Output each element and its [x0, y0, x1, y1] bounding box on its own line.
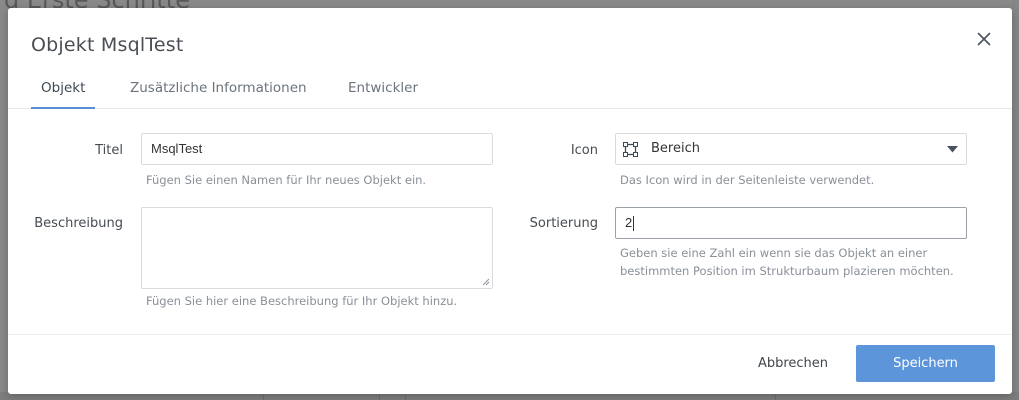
save-button[interactable]: Speichern — [856, 345, 995, 382]
tab-additional-info[interactable]: Zusätzliche Informationen — [130, 80, 307, 109]
dialog-title: Objekt MsqlTest — [31, 34, 184, 56]
icon-help-text: Das Icon wird in der Seitenleiste verwen… — [620, 173, 875, 187]
resize-grip-icon[interactable] — [482, 278, 490, 286]
object-dialog: Objekt MsqlTest Objekt Zusätzliche Infor… — [8, 8, 1012, 394]
sort-help-line-2: bestimmten Position im Strukturbaum plaz… — [620, 264, 954, 278]
tab-objekt[interactable]: Objekt — [30, 80, 96, 109]
tab-bar: Objekt Zusätzliche Informationen Entwick… — [8, 74, 1012, 109]
background-scroll-edge — [1012, 0, 1019, 400]
description-textarea[interactable] — [141, 207, 493, 289]
title-field[interactable]: MsqlTest — [141, 133, 493, 165]
footer-divider — [8, 334, 1012, 335]
icon-label: Icon — [570, 143, 598, 158]
close-icon — [977, 32, 991, 46]
sort-label: Sortierung — [529, 216, 598, 231]
sort-field[interactable]: 2 — [615, 207, 967, 239]
tab-developer[interactable]: Entwickler — [348, 80, 418, 109]
icon-select-value: Bereich — [651, 141, 700, 156]
cancel-button[interactable]: Abbrechen — [748, 356, 838, 378]
description-help-text: Fügen Sie hier eine Beschreibung für Ihr… — [146, 294, 458, 308]
close-button[interactable] — [973, 28, 995, 50]
sort-help-text: Geben sie eine Zahl ein wenn sie das Obj… — [620, 244, 954, 280]
description-label: Beschreibung — [34, 216, 123, 231]
area-square-icon — [623, 142, 638, 157]
chevron-down-icon — [947, 146, 958, 153]
title-label: Titel — [95, 143, 123, 158]
sort-field-value: 2 — [625, 215, 633, 230]
sort-help-line-1: Geben sie eine Zahl ein wenn sie das Obj… — [620, 246, 928, 260]
title-help-text: Fügen Sie einen Namen für Ihr neues Obje… — [146, 173, 427, 187]
icon-select[interactable]: Bereich — [615, 133, 967, 165]
text-cursor — [633, 216, 635, 232]
